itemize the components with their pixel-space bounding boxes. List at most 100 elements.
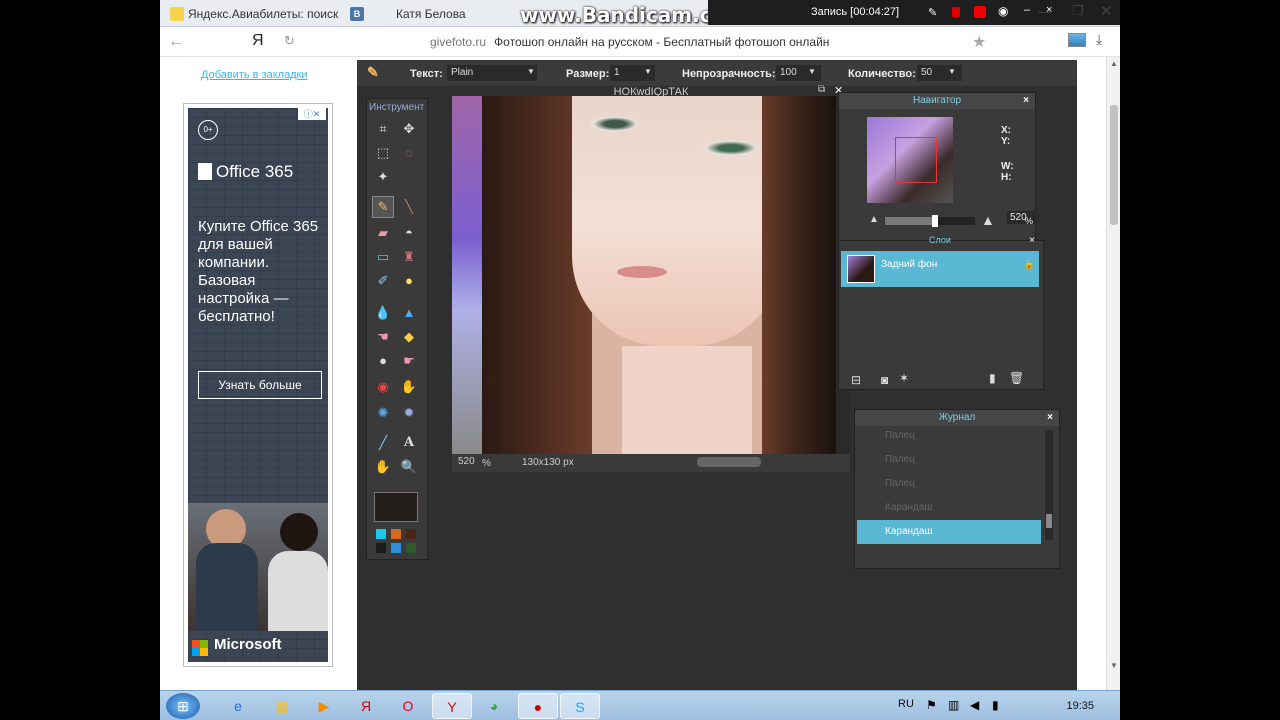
scroll-up-icon[interactable]: ▲ bbox=[1110, 59, 1118, 68]
crop-icon[interactable]: ⌗ bbox=[373, 119, 393, 139]
close-icon[interactable]: × bbox=[1029, 235, 1035, 246]
minimize-icon[interactable]: ‒ bbox=[1024, 4, 1036, 16]
add-bookmark-link[interactable]: Добавить в закладки bbox=[201, 69, 308, 81]
close-icon[interactable]: × bbox=[1047, 410, 1053, 426]
navigator-viewport[interactable] bbox=[895, 137, 937, 183]
explorer-icon[interactable]: ▤ bbox=[262, 693, 302, 719]
star-icon[interactable]: ★ bbox=[972, 32, 986, 52]
canvas-scrollbar-h[interactable] bbox=[697, 457, 761, 467]
primary-color-swatch[interactable] bbox=[374, 492, 418, 522]
pencil-icon[interactable]: ✎ bbox=[372, 196, 394, 218]
text-tool-icon[interactable]: A bbox=[399, 433, 419, 453]
chevron-down-icon[interactable]: ▼ bbox=[527, 67, 535, 76]
close-icon[interactable]: × bbox=[1023, 93, 1029, 109]
color-swatch[interactable] bbox=[406, 543, 416, 553]
color-swatch[interactable] bbox=[376, 543, 386, 553]
lock-icon[interactable]: 🔒 bbox=[1024, 259, 1035, 270]
layer-settings-icon[interactable]: ⊟ bbox=[851, 373, 861, 387]
opera-icon[interactable]: O bbox=[388, 693, 428, 719]
history-scrollbar[interactable] bbox=[1045, 430, 1053, 540]
color-swatch[interactable] bbox=[391, 543, 401, 553]
color-swatch[interactable] bbox=[376, 529, 386, 539]
color-replace-icon[interactable]: ✐ bbox=[373, 271, 393, 291]
clock[interactable]: 19:35 bbox=[1066, 700, 1094, 712]
history-item[interactable]: Палец bbox=[857, 472, 1041, 496]
canvas-image[interactable] bbox=[452, 96, 836, 454]
magic-wand-icon[interactable]: ✦ bbox=[373, 167, 393, 187]
new-layer-icon[interactable]: ▮ bbox=[989, 371, 996, 385]
stop-icon[interactable] bbox=[974, 6, 986, 18]
color-swatch[interactable] bbox=[391, 529, 401, 539]
move-icon[interactable]: ✥ bbox=[399, 119, 419, 139]
zoom-slider-handle[interactable] bbox=[931, 215, 938, 227]
pause-icon[interactable] bbox=[952, 7, 960, 17]
hand-icon[interactable]: ✋ bbox=[373, 457, 393, 477]
zoom-slider[interactable] bbox=[885, 215, 975, 227]
media-icon[interactable]: ▶ bbox=[304, 693, 344, 719]
language-indicator[interactable]: RU bbox=[898, 698, 914, 710]
pencil-icon[interactable]: ✎ bbox=[928, 6, 940, 19]
window-maximize-icon[interactable]: ❐ bbox=[1072, 3, 1084, 19]
paint-bucket-icon[interactable]: ◓ bbox=[399, 223, 419, 243]
zoom-icon[interactable]: 🔍 bbox=[399, 457, 419, 477]
chrome-icon[interactable]: ◕ bbox=[474, 693, 514, 719]
window-minimize-icon[interactable]: — bbox=[1038, 4, 1051, 19]
history-item[interactable]: Палец bbox=[857, 448, 1041, 472]
history-item[interactable]: Карандаш bbox=[857, 496, 1041, 520]
refresh-icon[interactable]: ↻ bbox=[284, 33, 295, 49]
history-item[interactable]: Палец bbox=[857, 424, 1041, 448]
smudge-icon[interactable]: ☚ bbox=[373, 327, 393, 347]
download-icon[interactable]: ⤓ bbox=[1096, 31, 1102, 48]
scroll-down-icon[interactable]: ▼ bbox=[1110, 661, 1118, 670]
dodge-icon[interactable]: ● bbox=[373, 351, 393, 371]
spot-heal-icon[interactable]: ✋ bbox=[399, 377, 419, 397]
text-font-select[interactable]: Plain bbox=[447, 65, 537, 81]
tab-yandex-avia[interactable]: Яндекс.Авиабилеты: поиск и bbox=[164, 2, 340, 26]
stamp-icon[interactable]: ♜ bbox=[399, 247, 419, 267]
yandex-browser-icon[interactable]: Y bbox=[432, 693, 472, 719]
url-field[interactable]: givefoto.ru Фотошоп онлайн на русском - Б… bbox=[430, 35, 829, 49]
chevron-down-icon[interactable]: ▼ bbox=[808, 67, 816, 76]
layer-row[interactable]: Задний фон 🔒 bbox=[841, 251, 1039, 287]
marquee-icon[interactable]: ⬚ bbox=[373, 143, 393, 163]
image-icon[interactable] bbox=[1068, 33, 1086, 47]
red-eye-icon[interactable]: ◉ bbox=[373, 377, 393, 397]
learn-more-button[interactable]: Узнать больше bbox=[198, 371, 322, 399]
zoom-in-icon[interactable]: ▲ bbox=[981, 212, 995, 228]
layer-effects-icon[interactable]: ✶ bbox=[899, 371, 909, 385]
lasso-icon[interactable]: ◌ bbox=[399, 143, 419, 163]
chevron-down-icon[interactable]: ▼ bbox=[644, 67, 652, 76]
volume-icon[interactable]: ◀ bbox=[970, 698, 979, 712]
gradient-icon[interactable]: ▭ bbox=[373, 247, 393, 267]
sharpen-icon[interactable]: ▲ bbox=[399, 303, 419, 323]
chevron-down-icon[interactable]: ▼ bbox=[948, 67, 956, 76]
brush-icon[interactable]: ╲ bbox=[399, 197, 419, 217]
trash-icon[interactable]: 🗑 bbox=[1009, 371, 1024, 385]
canvas-zoom[interactable]: 520 bbox=[458, 456, 475, 467]
history-item-selected[interactable]: Карандаш bbox=[857, 520, 1041, 544]
battery-icon[interactable]: ▮ bbox=[992, 698, 999, 712]
burn-icon[interactable]: ☛ bbox=[399, 351, 419, 371]
pinch-icon[interactable]: ✹ bbox=[399, 403, 419, 423]
navigator-thumbnail[interactable] bbox=[867, 117, 953, 203]
page-scrollbar[interactable]: ▲ ▼ bbox=[1106, 57, 1120, 690]
start-button[interactable]: ⊞ bbox=[166, 693, 200, 719]
color-swatch[interactable] bbox=[406, 529, 416, 539]
maximize-icon[interactable]: ⧉ bbox=[818, 84, 825, 95]
drawing-icon[interactable]: ● bbox=[399, 271, 419, 291]
skype-icon[interactable]: S bbox=[560, 693, 600, 719]
yandex-logo[interactable]: Я bbox=[252, 32, 264, 50]
network-icon[interactable]: ▥ bbox=[948, 698, 959, 712]
bandicam-icon[interactable]: ● bbox=[518, 693, 558, 719]
camera-icon[interactable]: ◉ bbox=[998, 4, 1010, 18]
eraser-icon[interactable]: ▰ bbox=[373, 223, 393, 243]
bloat-icon[interactable]: ✺ bbox=[373, 403, 393, 423]
ad-info-icon[interactable]: ⓘ✕ bbox=[298, 108, 326, 120]
sponge-icon[interactable]: ◆ bbox=[399, 327, 419, 347]
layer-mask-icon[interactable]: ◙ bbox=[881, 373, 888, 387]
window-close-icon[interactable]: ✕ bbox=[1100, 2, 1113, 20]
back-arrow-icon[interactable]: ← bbox=[168, 33, 184, 51]
eyedropper-icon[interactable]: ╱ bbox=[373, 433, 393, 453]
office365-ad[interactable]: 0+ ⓘ✕ Office 365 Купите Office 365 для в… bbox=[183, 103, 333, 667]
tab-vk[interactable]: В Катя Белова bbox=[344, 2, 520, 26]
